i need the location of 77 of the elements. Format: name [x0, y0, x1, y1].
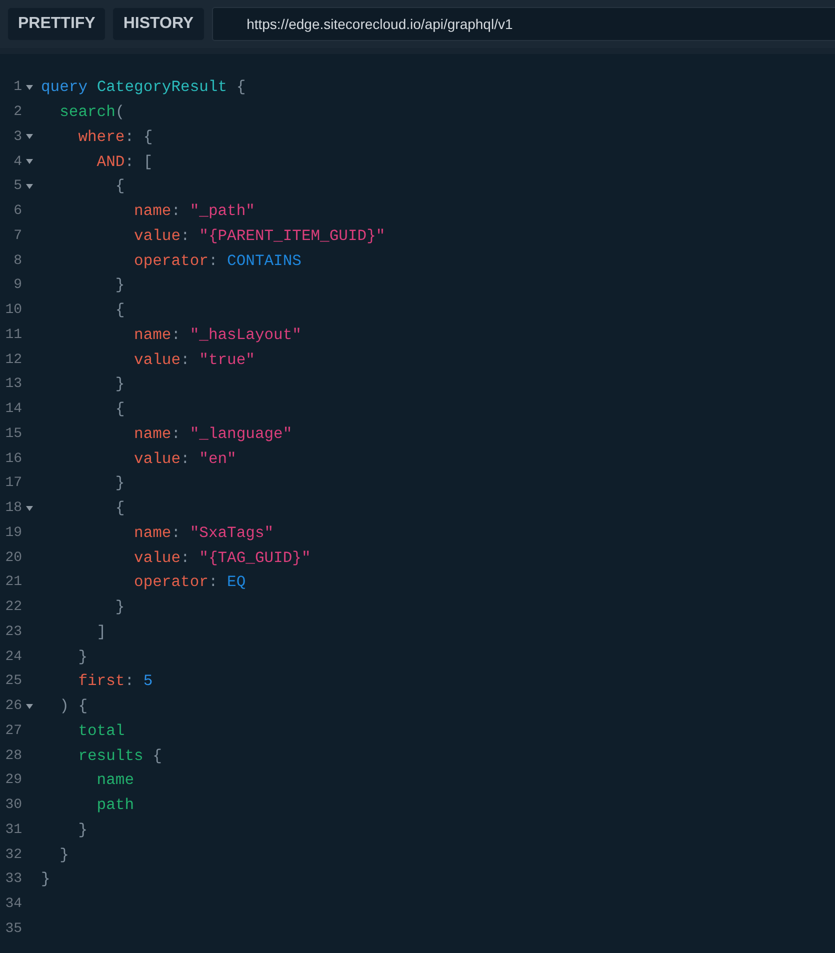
code-line: results { [77, 746, 162, 765]
line-number: 9 [12, 277, 22, 294]
code-line: } [41, 870, 50, 888]
code-line: { [114, 301, 125, 320]
line-number: 3 [12, 128, 22, 145]
toolbar-button[interactable]: PRETTIFY [8, 8, 106, 40]
line-number: 21 [4, 574, 22, 590]
code-line: } [114, 598, 125, 616]
line-number: 4 [12, 154, 22, 170]
line-number: 14 [4, 401, 22, 418]
code-line: } [77, 648, 88, 666]
line-number: 23 [4, 624, 22, 640]
code-line: AND: [ [96, 152, 153, 171]
line-number: 19 [4, 524, 22, 541]
line-number: 25 [4, 673, 22, 690]
code-line: } [114, 276, 125, 294]
fold-caret-icon[interactable] [26, 159, 33, 164]
line-number: 29 [4, 772, 22, 788]
code-line: total [77, 722, 125, 740]
line-number: 16 [4, 450, 22, 467]
line-number: 6 [12, 203, 22, 220]
code-line: { [114, 177, 125, 196]
line-number: 18 [4, 500, 22, 516]
line-number: 5 [12, 178, 22, 194]
code-line: { [114, 499, 125, 518]
line-number: 15 [4, 426, 22, 442]
fold-caret-icon[interactable] [26, 84, 33, 90]
code-line: name: "_hasLayout" [133, 326, 302, 344]
fold-caret-icon[interactable] [26, 134, 33, 140]
code-line: name: "_path" [133, 202, 255, 220]
code-line: name: "_language" [133, 424, 292, 443]
code-line: name: "SxaTags" [133, 524, 274, 542]
line-number: 11 [4, 326, 22, 343]
code-line: operator: EQ [133, 573, 246, 592]
code-line: first: 5 [77, 672, 153, 690]
url-field[interactable]: https://edge.sitecorecloud.io/api/graphql/v1 [212, 7, 835, 41]
code-line: operator: CONTAINS [133, 252, 302, 270]
line-number: 30 [4, 797, 22, 814]
code-line: value: "{PARENT_ITEM_GUID}" [133, 226, 386, 245]
line-number: 26 [4, 698, 22, 714]
code-line: value: "en" [133, 450, 236, 468]
line-number: 7 [12, 228, 22, 244]
fold-caret-icon[interactable] [26, 704, 33, 709]
line-number: 2 [12, 104, 22, 120]
code-line: ) { [58, 697, 88, 716]
line-number: 28 [4, 748, 22, 764]
line-number: 8 [12, 252, 22, 269]
code-line: name [96, 771, 134, 790]
toolbar-button[interactable]: HISTORY [113, 8, 204, 40]
code-line: value: "true" [133, 350, 255, 369]
line-number: 22 [4, 599, 22, 616]
line-number: 34 [4, 896, 22, 912]
line-number: 13 [4, 376, 22, 392]
line-number: 17 [4, 475, 22, 492]
code-line: search( [58, 103, 125, 122]
code-line: { [114, 400, 125, 418]
line-number: 12 [4, 352, 22, 368]
line-number: 31 [4, 822, 22, 838]
code-line: value: "{TAG_GUID}" [133, 548, 311, 567]
line-number: 33 [4, 871, 22, 888]
code-line: query CategoryResult { [41, 78, 246, 96]
line-number: 27 [4, 722, 22, 739]
fold-caret-icon[interactable] [26, 184, 33, 189]
code-line: where: { [77, 128, 153, 146]
code-line: } [114, 375, 125, 394]
code-line: path [96, 796, 134, 814]
line-number: 32 [4, 846, 22, 863]
fold-caret-icon[interactable] [26, 506, 33, 511]
code-line: } [77, 820, 88, 839]
line-number: 1 [12, 79, 22, 96]
code-line: } [114, 474, 125, 492]
line-number: 10 [4, 302, 22, 318]
code-line: ] [96, 622, 106, 641]
line-number: 24 [4, 648, 22, 665]
line-number: 35 [4, 920, 22, 937]
code-line: } [58, 846, 69, 864]
line-number: 20 [4, 550, 22, 566]
